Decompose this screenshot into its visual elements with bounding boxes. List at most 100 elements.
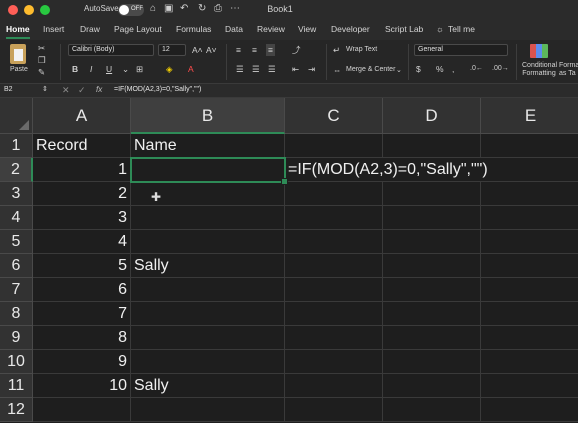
fill-color-icon[interactable]: ◈ [166,63,173,75]
cell-c3[interactable] [285,182,383,206]
cell-b4[interactable] [131,206,285,230]
cell-b11[interactable]: Sally [131,374,285,398]
tab-developer[interactable]: Developer [331,24,370,34]
row-header[interactable]: 11 [0,374,33,398]
row-header[interactable]: 5 [0,230,33,254]
cell-d8[interactable] [383,302,481,326]
cell-a6[interactable]: 5 [33,254,131,278]
cell-c12[interactable] [285,398,383,422]
italic-button[interactable]: I [90,63,92,75]
orientation-icon[interactable]: ⤴ [292,44,301,56]
align-right-icon[interactable]: ☰ [268,63,276,75]
row-header[interactable]: 10 [0,350,33,374]
cell-d9[interactable] [383,326,481,350]
column-header-b[interactable]: B [131,98,285,134]
undo-icon[interactable]: ↶ [180,3,188,14]
select-all-button[interactable] [0,98,33,134]
cell-d6[interactable] [383,254,481,278]
row-header[interactable]: 6 [0,254,33,278]
cell-b6[interactable]: Sally [131,254,285,278]
cell-b8[interactable] [131,302,285,326]
row-header[interactable]: 3 [0,182,33,206]
font-color-button[interactable]: A [188,63,194,75]
borders-icon[interactable]: ⊞ [136,63,143,75]
cell-e10[interactable] [481,350,578,374]
home-icon[interactable]: ⌂ [150,3,156,14]
cell-a2[interactable]: 1 [33,158,131,182]
tab-draw[interactable]: Draw [80,24,100,34]
cell-a5[interactable]: 4 [33,230,131,254]
cell-a11[interactable]: 10 [33,374,131,398]
cell-b7[interactable] [131,278,285,302]
row-header[interactable]: 1 [0,134,33,158]
increase-indent-icon[interactable]: ⇥ [308,63,315,75]
row-header[interactable]: 4 [0,206,33,230]
row-header[interactable]: 9 [0,326,33,350]
zoom-window-button[interactable] [40,5,50,15]
tab-formulas[interactable]: Formulas [176,24,211,34]
cell-b10[interactable] [131,350,285,374]
insert-function-icon[interactable]: fx [96,85,102,94]
cell-b12[interactable] [131,398,285,422]
print-icon[interactable]: ⎙ [214,3,222,14]
cell-e5[interactable] [481,230,578,254]
cell-a7[interactable]: 6 [33,278,131,302]
redo-icon[interactable]: ↻ [198,3,206,14]
cancel-icon[interactable]: ✕ [62,84,70,96]
cell-e6[interactable] [481,254,578,278]
cell-e1[interactable] [481,134,578,158]
cell-c1[interactable] [285,134,383,158]
paste-button-label[interactable]: Paste [10,66,28,73]
underline-dropdown-icon[interactable]: ⌄ [122,63,129,75]
cell-d12[interactable] [383,398,481,422]
cell-e11[interactable] [481,374,578,398]
decrease-font-size-button[interactable]: A˅ [206,44,217,56]
cell-a3[interactable]: 2 [33,182,131,206]
decrease-decimal-icon[interactable]: .00→ [492,63,509,75]
row-header[interactable]: 7 [0,278,33,302]
cell-e8[interactable] [481,302,578,326]
cell-b2[interactable] [131,158,285,182]
name-box-dropdown-icon[interactable]: ⇕ [42,84,48,96]
bold-button[interactable]: B [72,63,78,75]
wrap-text-icon[interactable]: ↵ [333,44,340,56]
cell-b9[interactable] [131,326,285,350]
cell-c10[interactable] [285,350,383,374]
paste-icon[interactable] [10,44,26,64]
number-format-select[interactable]: General [414,44,508,56]
tab-view[interactable]: View [298,24,316,34]
cell-c5[interactable] [285,230,383,254]
cell-d7[interactable] [383,278,481,302]
cell-a9[interactable]: 8 [33,326,131,350]
format-as-table-button[interactable]: Format as Ta [559,62,578,78]
cell-d5[interactable] [383,230,481,254]
cell-a12[interactable] [33,398,131,422]
column-header-e[interactable]: E [481,98,578,134]
font-size-select[interactable]: 12 [158,44,186,56]
cell-e2[interactable] [481,158,578,182]
conditional-formatting-button[interactable]: Conditional Formatting [522,62,557,78]
cell-a1[interactable]: Record [33,134,131,158]
cell-b1[interactable]: Name [131,134,285,158]
format-painter-icon[interactable]: ✎ [38,66,45,78]
underline-button[interactable]: U [106,63,112,75]
accounting-format-icon[interactable]: $ [416,63,421,75]
row-header[interactable]: 12 [0,398,33,422]
merge-center-icon[interactable]: ⇔ [333,64,342,76]
cell-a4[interactable]: 3 [33,206,131,230]
cell-c9[interactable] [285,326,383,350]
close-window-button[interactable] [8,5,18,15]
conditional-formatting-icon[interactable] [530,44,548,58]
cell-e12[interactable] [481,398,578,422]
formula-input[interactable]: =IF(MOD(A2,3)=0,"Sally","") [114,86,201,93]
save-icon[interactable]: ▣ [164,3,173,14]
copy-icon[interactable]: ❐ [38,54,46,66]
tell-me-search[interactable]: Tell me [448,24,475,34]
cell-c11[interactable] [285,374,383,398]
tab-data[interactable]: Data [225,24,243,34]
cell-d10[interactable] [383,350,481,374]
more-icon[interactable]: ⋯ [230,3,240,14]
column-header-a[interactable]: A [33,98,131,134]
cell-e9[interactable] [481,326,578,350]
column-header-c[interactable]: C [285,98,383,134]
